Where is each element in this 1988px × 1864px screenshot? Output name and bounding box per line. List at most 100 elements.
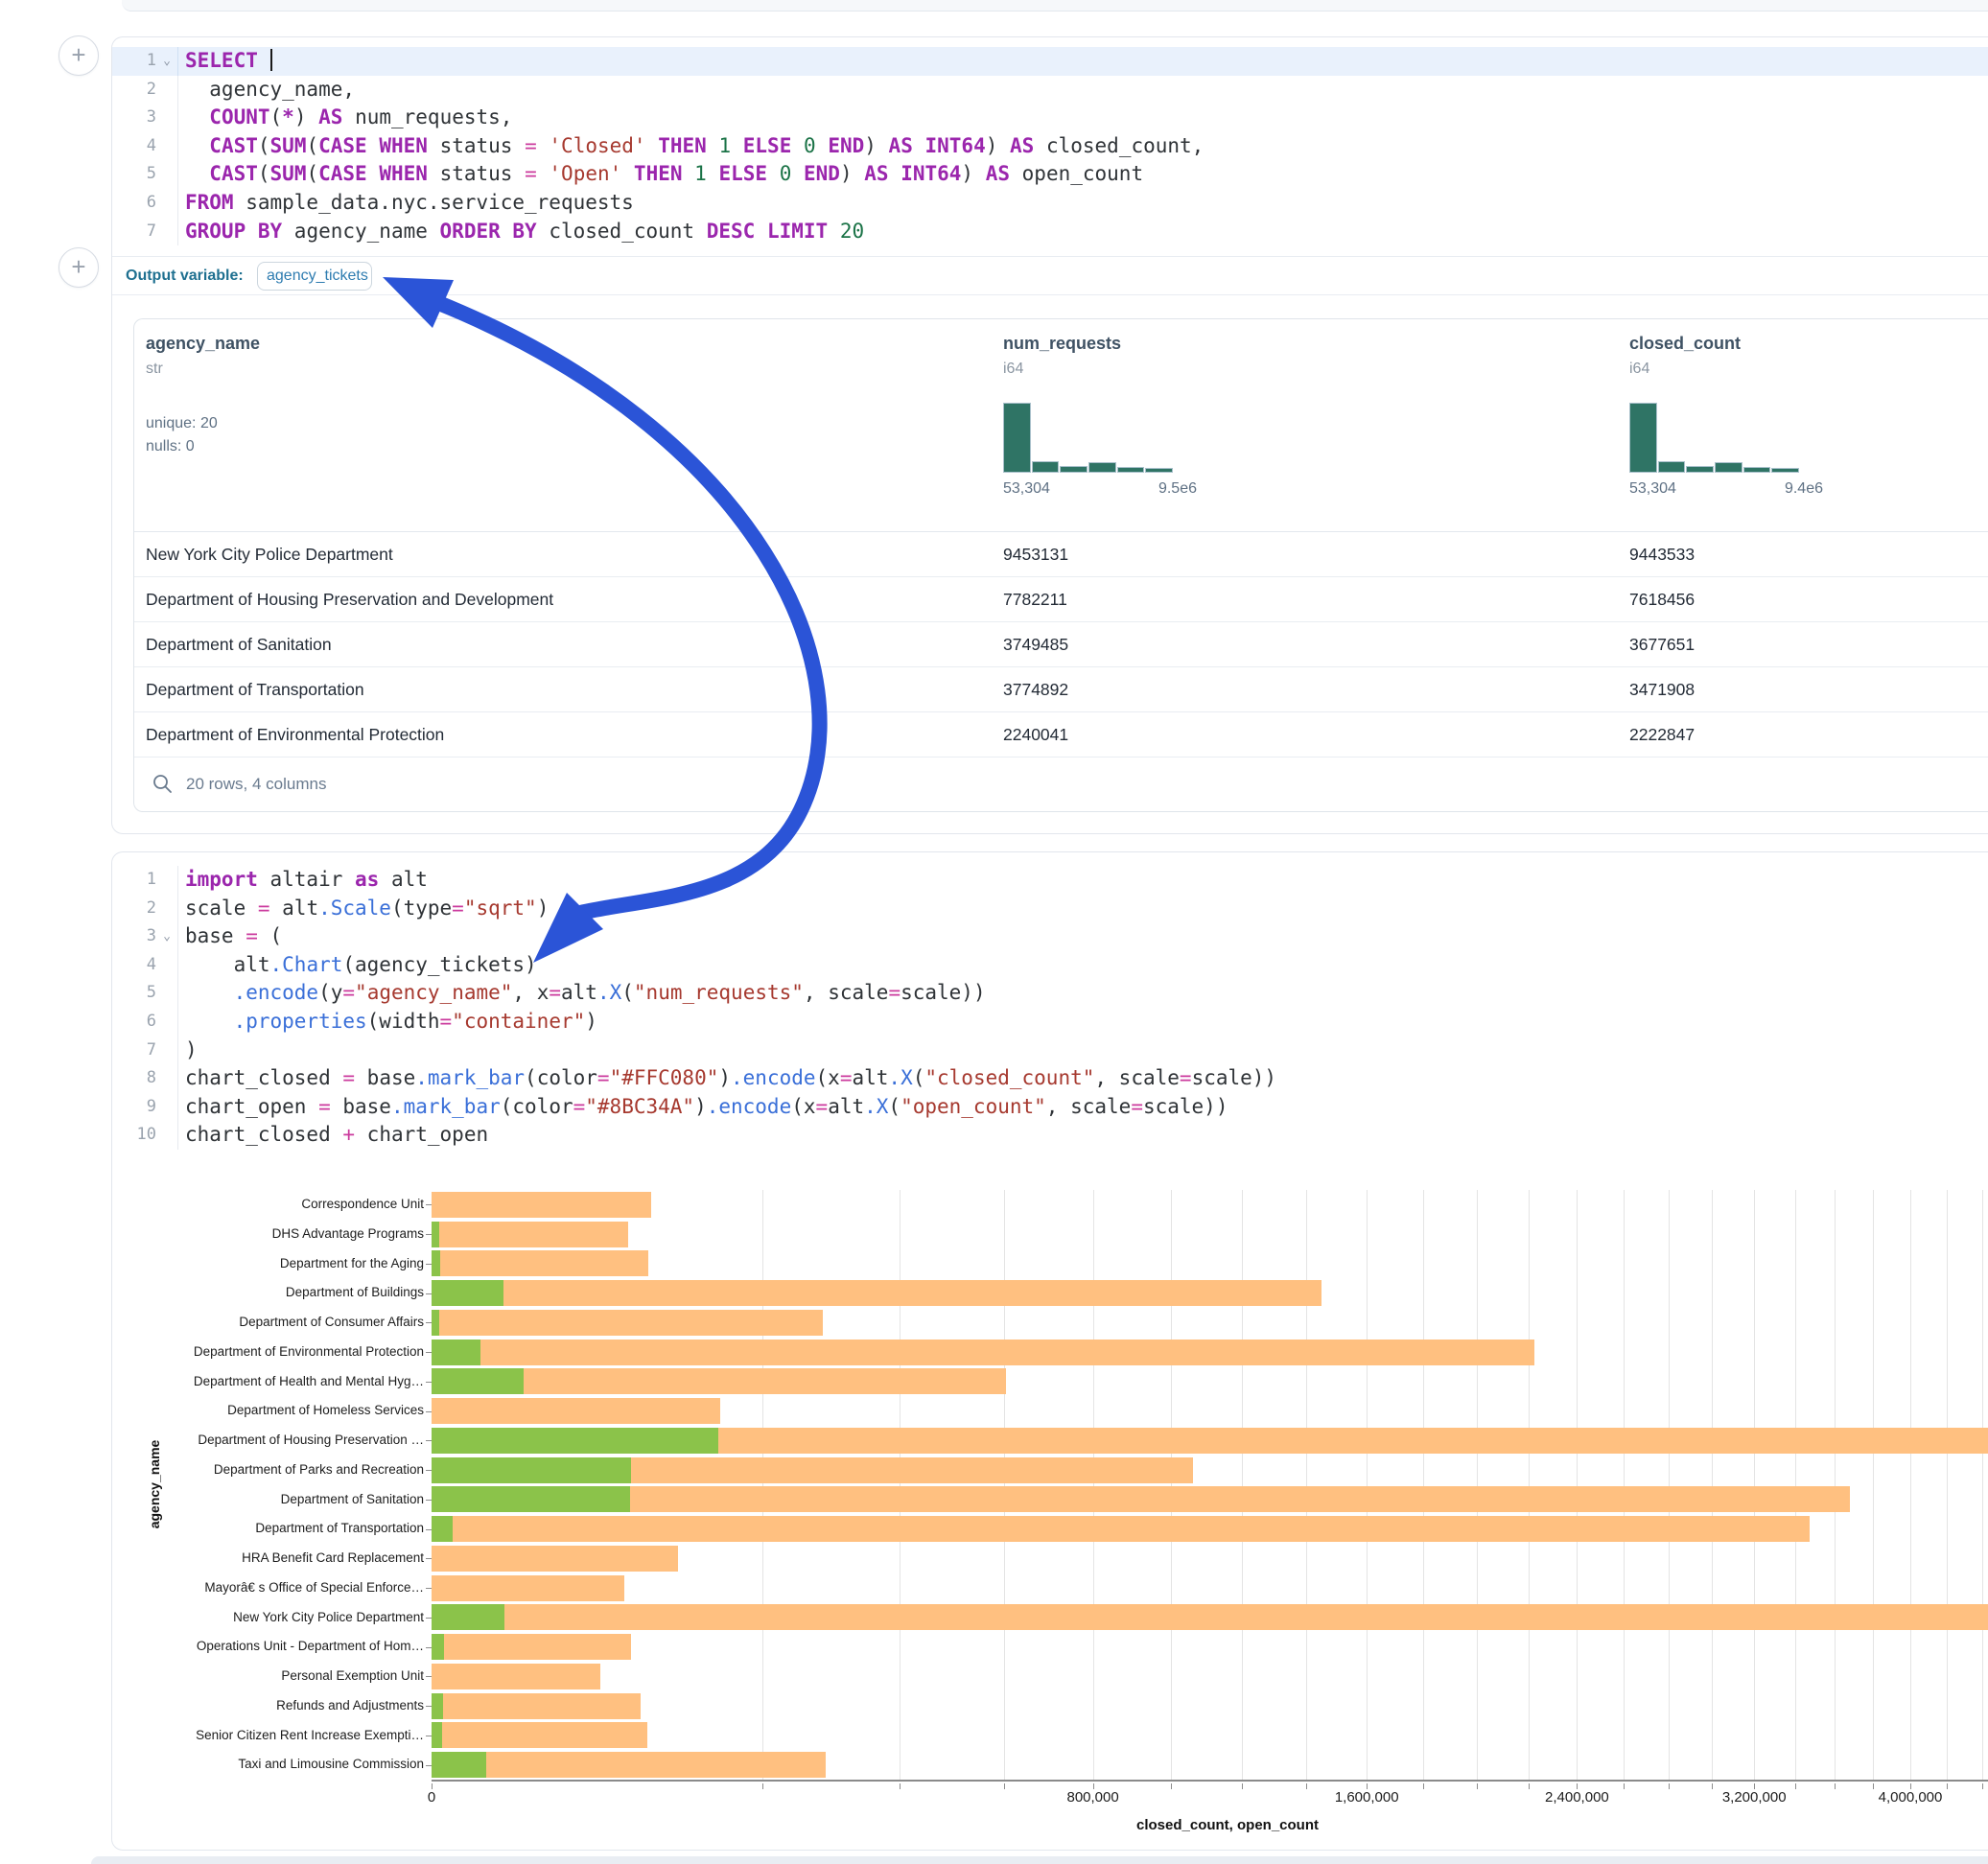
chart-category-label: Department for the Aging bbox=[280, 1249, 424, 1279]
code-token: SUM bbox=[270, 162, 307, 185]
x-axis-tick-label: 800,000 bbox=[1066, 1789, 1118, 1806]
code-line[interactable]: 2 agency_name, bbox=[112, 76, 1988, 105]
text-cursor bbox=[270, 49, 272, 71]
code-token: chart_open bbox=[185, 1095, 318, 1118]
bar-open-count bbox=[432, 1722, 442, 1748]
chart-category-label: Personal Exemption Unit bbox=[281, 1662, 424, 1691]
column-header-closed-count[interactable]: closed_count bbox=[1629, 334, 1741, 354]
output-variable-pill[interactable]: agency_tickets bbox=[257, 262, 372, 291]
sql-cell-card: 1⌄SELECT 2 agency_name,3 COUNT(*) AS num… bbox=[111, 36, 1988, 834]
table-row[interactable]: Department of Transportation377489234719… bbox=[134, 667, 1988, 712]
code-line[interactable]: 1import altair as alt bbox=[112, 866, 1988, 895]
code-text: chart_open = base.mark_bar(color="#8BC34… bbox=[177, 1093, 1988, 1122]
gridline bbox=[1367, 1190, 1368, 1780]
histogram-bar bbox=[1629, 403, 1657, 473]
code-token: "agency_name" bbox=[355, 981, 512, 1004]
table-row[interactable]: Department of Housing Preservation and D… bbox=[134, 577, 1988, 622]
column-type: i64 bbox=[1629, 361, 1741, 378]
code-line[interactable]: 5 CAST(SUM(CASE WHEN status = 'Open' THE… bbox=[112, 160, 1988, 189]
code-token: CASE bbox=[318, 162, 367, 185]
code-token: .X bbox=[864, 1095, 888, 1118]
add-cell-button-top[interactable]: + bbox=[58, 35, 99, 76]
gridline bbox=[1577, 1190, 1578, 1780]
gridline bbox=[1306, 1190, 1307, 1780]
bar-open-count bbox=[432, 1752, 486, 1778]
code-token: AS bbox=[318, 105, 342, 128]
sql-code-editor[interactable]: 1⌄SELECT 2 agency_name,3 COUNT(*) AS num… bbox=[112, 47, 1988, 245]
code-line[interactable]: 7) bbox=[112, 1037, 1988, 1065]
table-row[interactable]: New York City Police Department945313194… bbox=[134, 532, 1988, 577]
line-number: 2 bbox=[112, 76, 156, 105]
code-token: "#FFC080" bbox=[610, 1066, 719, 1089]
code-token: 'Open' bbox=[549, 162, 621, 185]
code-line[interactable]: 8chart_closed = base.mark_bar(color="#FF… bbox=[112, 1064, 1988, 1093]
code-line[interactable]: 6FROM sample_data.nyc.service_requests bbox=[112, 189, 1988, 218]
code-line[interactable]: 1⌄SELECT bbox=[112, 47, 1988, 76]
code-token: = bbox=[1131, 1095, 1143, 1118]
code-line[interactable]: 2scale = alt.Scale(type="sqrt") bbox=[112, 895, 1988, 923]
search-icon[interactable] bbox=[152, 773, 175, 796]
column-header-agency-name[interactable]: agency_name bbox=[146, 334, 260, 354]
gridline bbox=[1982, 1190, 1983, 1780]
bar-closed-count bbox=[432, 1722, 647, 1748]
code-token bbox=[889, 162, 901, 185]
code-token bbox=[185, 1010, 234, 1033]
code-token: 0 bbox=[804, 134, 816, 157]
line-number: 3 bbox=[112, 104, 156, 132]
code-token: ) bbox=[294, 105, 318, 128]
line-number: 5 bbox=[112, 979, 156, 1008]
code-token: (color bbox=[525, 1066, 597, 1089]
code-token: ( bbox=[258, 134, 270, 157]
fold-chevron-icon[interactable]: ⌄ bbox=[156, 47, 177, 76]
code-token: = bbox=[840, 1066, 853, 1089]
fold-spacer bbox=[156, 76, 177, 105]
chart-category-label: Mayorâ€ s Office of Special Enforce… bbox=[204, 1573, 424, 1603]
fold-spacer bbox=[156, 866, 177, 895]
gridline bbox=[1910, 1190, 1911, 1780]
bar-open-count bbox=[432, 1222, 439, 1247]
table-row[interactable]: Department of Sanitation37494853677651 bbox=[134, 622, 1988, 667]
code-line[interactable]: 4 CAST(SUM(CASE WHEN status = 'Closed' T… bbox=[112, 132, 1988, 161]
table-row[interactable]: Department of Environmental Protection22… bbox=[134, 712, 1988, 757]
code-line[interactable]: 3 COUNT(*) AS num_requests, bbox=[112, 104, 1988, 132]
code-token: chart_open bbox=[355, 1123, 488, 1146]
code-token: (x bbox=[791, 1095, 815, 1118]
code-token: .mark_bar bbox=[415, 1066, 525, 1089]
bar-closed-count bbox=[432, 1340, 1534, 1365]
code-line[interactable]: 6 .properties(width="container") bbox=[112, 1008, 1988, 1037]
code-token: 0 bbox=[780, 162, 792, 185]
line-number: 6 bbox=[112, 189, 156, 218]
code-token: agency_name, bbox=[185, 78, 355, 101]
line-number: 1 bbox=[112, 866, 156, 895]
code-text: chart_closed + chart_open bbox=[177, 1121, 1988, 1150]
code-line[interactable]: 10chart_closed + chart_open bbox=[112, 1121, 1988, 1150]
code-token: = bbox=[573, 1095, 586, 1118]
fold-chevron-icon[interactable]: ⌄ bbox=[156, 922, 177, 951]
histogram-bar bbox=[1686, 466, 1714, 473]
bar-open-count bbox=[432, 1516, 453, 1542]
code-token: END bbox=[804, 162, 840, 185]
code-text: scale = alt.Scale(type="sqrt") bbox=[177, 895, 1988, 923]
chart-category-label: Department of Health and Mental Hyg… bbox=[194, 1367, 424, 1397]
column-header-num-requests[interactable]: num_requests bbox=[1003, 334, 1121, 354]
code-token: "sqrt" bbox=[464, 897, 537, 920]
histogram-bar bbox=[1715, 462, 1742, 473]
fold-spacer bbox=[156, 895, 177, 923]
code-line[interactable]: 5 .encode(y="agency_name", x=alt.X("num_… bbox=[112, 979, 1988, 1008]
fold-spacer bbox=[156, 160, 177, 189]
code-line[interactable]: 4 alt.Chart(agency_tickets) bbox=[112, 951, 1988, 980]
code-line[interactable]: 9chart_open = base.mark_bar(color="#8BC3… bbox=[112, 1093, 1988, 1122]
code-line[interactable]: 7GROUP BY agency_name ORDER BY closed_co… bbox=[112, 218, 1988, 246]
code-token bbox=[816, 134, 829, 157]
histogram-bar bbox=[1003, 403, 1031, 473]
code-token: ) bbox=[840, 162, 864, 185]
line-number: 1 bbox=[112, 47, 156, 76]
fold-spacer bbox=[156, 951, 177, 980]
add-cell-button-middle[interactable]: + bbox=[58, 247, 99, 288]
code-token: ( bbox=[888, 1095, 900, 1118]
code-token: = bbox=[342, 981, 355, 1004]
code-token: scale)) bbox=[1192, 1066, 1277, 1089]
python-code-editor[interactable]: 1import altair as alt2scale = alt.Scale(… bbox=[112, 866, 1988, 1150]
cell-value: 3677651 bbox=[1629, 622, 1695, 667]
code-line[interactable]: 3⌄base = ( bbox=[112, 922, 1988, 951]
